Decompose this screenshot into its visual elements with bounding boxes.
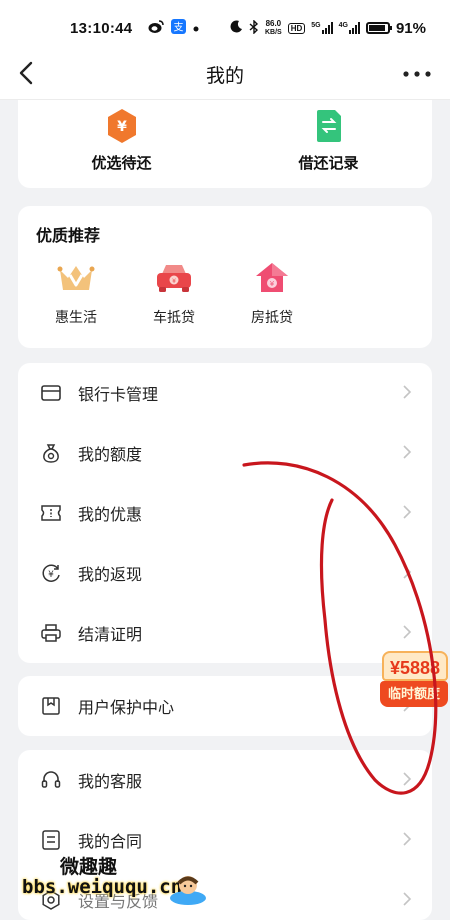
menu-settlement-proof[interactable]: 结清证明 xyxy=(18,603,432,663)
svg-text:¥: ¥ xyxy=(48,570,54,580)
recommend-card: 优质推荐 惠生活 ¥ 车抵贷 ¥ 房抵贷 xyxy=(18,206,432,348)
watermark-line1: 微趣趣 xyxy=(60,857,118,878)
recommend-house-loan-label: 房抵贷 xyxy=(251,309,293,325)
more-options-icon[interactable] xyxy=(402,63,432,79)
bluetooth-icon xyxy=(249,18,259,37)
recommend-item-car-loan[interactable]: ¥ 车抵贷 xyxy=(144,260,204,327)
network-speed-unit: KB/S xyxy=(264,28,282,36)
chevron-right-icon xyxy=(403,445,412,459)
alipay-icon: 支 xyxy=(171,19,187,37)
chevron-right-icon xyxy=(403,505,412,519)
printer-icon xyxy=(40,622,62,644)
back-arrow-icon[interactable] xyxy=(12,58,46,92)
menu-customer-service-label: 我的客服 xyxy=(78,774,143,791)
temporary-quota-promo[interactable]: ¥5888 临时额度 xyxy=(380,645,448,715)
svg-text:¥: ¥ xyxy=(270,280,275,288)
menu-settlement-proof-label: 结清证明 xyxy=(78,627,143,644)
status-system-icons: 86.0 KB/S HD 5G 4G 91% xyxy=(230,18,426,37)
menu-my-coupons-label: 我的优惠 xyxy=(78,507,143,524)
moon-icon xyxy=(230,20,243,36)
bookmark-icon xyxy=(40,695,62,717)
chevron-right-icon xyxy=(403,565,412,579)
headset-icon xyxy=(40,769,62,791)
menu-my-quota[interactable]: 我的额度 xyxy=(18,423,432,483)
promo-amount: ¥5888 xyxy=(382,651,448,681)
chevron-right-icon xyxy=(403,625,412,639)
menu-my-coupons[interactable]: 我的优惠 xyxy=(18,483,432,543)
chevron-right-icon xyxy=(403,892,412,906)
mascot-icon xyxy=(170,876,206,905)
menu-my-cashback[interactable]: ¥ 我的返现 xyxy=(18,543,432,603)
status-notification-icons: 支 xyxy=(148,19,199,37)
nav-bar: 我的 xyxy=(0,50,450,100)
status-time: 13:10:44 xyxy=(70,19,133,37)
menu-bank-card[interactable]: 银行卡管理 xyxy=(18,363,432,423)
recommend-grid: 惠生活 ¥ 车抵贷 ¥ 房抵贷 xyxy=(46,260,302,327)
dot-icon xyxy=(193,21,199,35)
exchange-document-icon xyxy=(313,108,345,144)
house-icon: ¥ xyxy=(252,260,292,301)
money-bag-icon xyxy=(40,442,62,464)
car-icon: ¥ xyxy=(154,260,194,301)
battery-icon xyxy=(365,22,392,34)
top-actions-card: ¥ 优选待还 借还记录 xyxy=(18,100,432,188)
menu-user-protection[interactable]: 用户保护中心 xyxy=(18,676,432,736)
signal-5g-icon: 5G xyxy=(311,22,333,34)
svg-text:¥: ¥ xyxy=(172,278,176,285)
chevron-right-icon xyxy=(403,832,412,846)
signal-4g-icon: 4G xyxy=(339,22,360,34)
crown-icon xyxy=(56,260,96,301)
svg-text:¥: ¥ xyxy=(117,119,127,135)
recommend-item-house-loan[interactable]: ¥ 房抵贷 xyxy=(242,260,302,327)
menu-my-cashback-label: 我的返现 xyxy=(78,567,143,584)
contract-icon xyxy=(40,829,62,851)
recommend-title: 优质推荐 xyxy=(36,228,101,245)
menu-group-account: 银行卡管理 我的额度 我的优惠 ¥ 我的返现 结清证明 xyxy=(18,363,432,663)
menu-group-protection: 用户保护中心 xyxy=(18,676,432,736)
hd-badge: HD xyxy=(287,22,306,34)
svg-text:支: 支 xyxy=(174,22,184,34)
menu-my-contracts-label: 我的合同 xyxy=(78,834,143,851)
weibo-icon xyxy=(148,19,165,37)
status-bar: 13:10:44 支 86.0 KB/S HD 5G 4G 91% xyxy=(0,0,450,56)
menu-user-protection-label: 用户保护中心 xyxy=(78,700,175,717)
borrow-records-label: 借还记录 xyxy=(298,155,359,172)
preferred-repayment-label: 优选待还 xyxy=(91,155,152,172)
menu-customer-service[interactable]: 我的客服 xyxy=(18,750,432,810)
recommend-item-life[interactable]: 惠生活 xyxy=(46,260,106,327)
yen-hexagon-icon: ¥ xyxy=(106,108,138,144)
sim2-label: 4G xyxy=(338,22,348,29)
coupon-icon xyxy=(40,502,62,524)
bank-card-icon xyxy=(40,382,62,404)
borrow-records-button[interactable]: 借还记录 xyxy=(225,100,432,188)
recommend-life-label: 惠生活 xyxy=(55,309,97,325)
chevron-right-icon xyxy=(403,772,412,786)
sim1-label: 5G xyxy=(311,22,321,29)
network-speed: 86.0 KB/S xyxy=(264,18,282,37)
site-watermark: 微趣趣 bbs.weiququ.cn xyxy=(22,852,212,912)
chevron-right-icon xyxy=(403,385,412,399)
recommend-car-loan-label: 车抵贷 xyxy=(153,309,195,325)
watermark-line2: bbs.weiququ.cn xyxy=(22,876,183,898)
preferred-repayment-button[interactable]: ¥ 优选待还 xyxy=(18,100,225,188)
menu-bank-card-label: 银行卡管理 xyxy=(78,387,159,404)
promo-tag: 临时额度 xyxy=(380,681,448,707)
network-speed-value: 86.0 xyxy=(265,18,282,28)
page-title: 我的 xyxy=(205,66,244,87)
battery-percent: 91% xyxy=(395,19,426,37)
cashback-icon: ¥ xyxy=(40,562,62,584)
menu-my-quota-label: 我的额度 xyxy=(78,447,143,464)
